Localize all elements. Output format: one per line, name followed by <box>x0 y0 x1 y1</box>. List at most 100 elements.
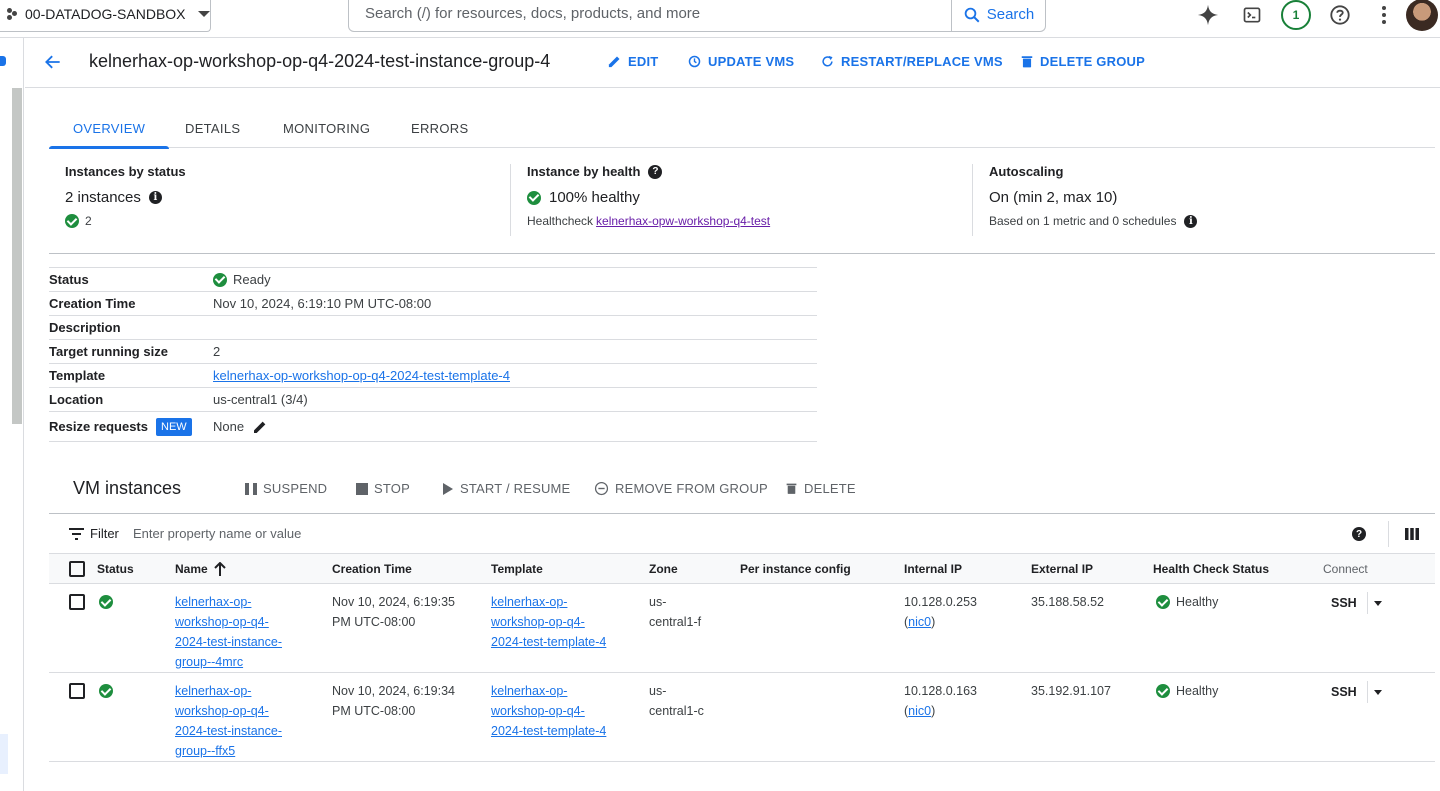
avatar[interactable] <box>1406 0 1438 31</box>
health-percentage: 100% healthy <box>549 189 640 206</box>
update-vms-button[interactable]: UPDATE VMS <box>687 54 794 69</box>
vm-instances-table: Status Name Creation Time Template Zone … <box>49 554 1435 762</box>
filter-bar: Filter Enter property name or value ? <box>49 514 1435 554</box>
pause-icon <box>245 482 257 495</box>
dropdown-arrow-icon[interactable] <box>1373 600 1382 606</box>
instance-by-health-title: Instance by health <box>527 164 641 179</box>
tab-errors[interactable]: ERRORS <box>411 121 468 136</box>
cloud-shell-icon[interactable] <box>1230 0 1274 30</box>
instance-name-link[interactable]: kelnerhax-op-workshop-op-q4- 2024-test-in… <box>175 681 282 761</box>
resize-row: Resize requests NEW None <box>49 412 817 442</box>
col-external-ip[interactable]: External IP <box>1031 562 1093 576</box>
location-label: Location <box>49 392 104 407</box>
edit-button[interactable]: EDIT <box>607 54 658 69</box>
tab-details[interactable]: DETAILS <box>185 121 240 136</box>
target-size-value: 2 <box>213 344 221 359</box>
nic-link[interactable]: nic0 <box>908 615 931 629</box>
info-icon[interactable]: i <box>148 191 162 204</box>
rail-scrollbar[interactable] <box>12 88 22 424</box>
table-header: Status Name Creation Time Template Zone … <box>49 554 1435 584</box>
delete-group-button[interactable]: DELETE GROUP <box>1020 54 1145 69</box>
help-icon[interactable]: ? <box>648 164 663 179</box>
tab-monitoring[interactable]: MONITORING <box>283 121 370 136</box>
vm-instances-toolbar: VM instances SUSPEND STOP START / RESUME… <box>49 466 1435 514</box>
autoscaling-value: On (min 2, max 10) <box>989 189 1118 206</box>
play-icon <box>443 482 453 495</box>
check-circle-icon <box>65 214 79 228</box>
zone: us-central1-f <box>649 595 702 629</box>
stop-button[interactable]: STOP <box>356 481 410 496</box>
dropdown-arrow-icon[interactable] <box>1373 689 1382 695</box>
delete-group-label: DELETE GROUP <box>1040 54 1145 69</box>
gemini-sparkle-icon[interactable] <box>1186 0 1230 30</box>
ssh-button[interactable]: SSH <box>1331 592 1382 614</box>
info-icon[interactable]: i <box>1184 214 1198 228</box>
trash-icon <box>1021 56 1033 68</box>
suspend-label: SUSPEND <box>263 481 328 496</box>
instance-count: 2 instances <box>65 189 141 206</box>
col-status[interactable]: Status <box>97 562 134 576</box>
instance-by-health-card: Instance by health ? 100% healthy Health… <box>527 164 973 236</box>
left-rail <box>0 38 24 791</box>
col-zone[interactable]: Zone <box>649 562 678 576</box>
tab-bar: OVERVIEW DETAILS MONITORING ERRORS <box>48 108 1435 149</box>
rail-selected-item[interactable] <box>0 734 8 774</box>
arrow-up-icon <box>213 562 226 576</box>
filter-icon <box>69 527 84 540</box>
tab-overview[interactable]: OVERVIEW <box>48 121 170 149</box>
restart-replace-button[interactable]: RESTART/REPLACE VMS <box>820 54 1003 69</box>
pencil-icon[interactable] <box>252 419 268 435</box>
nic-link[interactable]: nic0 <box>908 704 931 718</box>
col-per-instance-config[interactable]: Per instance config <box>740 562 851 576</box>
delete-button[interactable]: DELETE <box>785 481 856 496</box>
search-button-label: Search <box>986 6 1035 23</box>
stop-label: STOP <box>374 481 410 496</box>
search-input[interactable]: Search (/) for resources, docs, products… <box>349 0 951 31</box>
row-checkbox[interactable] <box>69 683 85 699</box>
restart-replace-label: RESTART/REPLACE VMS <box>841 54 1003 69</box>
health-status: Healthy <box>1156 592 1218 612</box>
start-resume-label: START / RESUME <box>460 481 571 496</box>
notifications-button[interactable]: 1 <box>1274 0 1318 30</box>
template-link[interactable]: kelnerhax-op-workshop-op-q4-2024-test-te… <box>491 592 606 652</box>
help-icon[interactable] <box>1318 0 1362 30</box>
row-checkbox[interactable] <box>69 594 85 610</box>
col-name[interactable]: Name <box>175 562 226 576</box>
template-link[interactable]: kelnerhax-op-workshop-op-q4-2024-test-te… <box>213 368 510 383</box>
help-icon[interactable]: ? <box>1352 527 1366 541</box>
page-header: kelnerhax-op-workshop-op-q4-2024-test-in… <box>25 38 1440 88</box>
col-creation-time[interactable]: Creation Time <box>332 562 412 576</box>
healthcheck-link[interactable]: kelnerhax-opw-workshop-q4-test <box>596 214 770 228</box>
more-vert-icon[interactable] <box>1362 0 1406 30</box>
check-circle-icon <box>1156 684 1170 698</box>
col-health-check[interactable]: Health Check Status <box>1153 562 1269 576</box>
internal-ip: 10.128.0.163 (nic0) <box>904 684 977 718</box>
ssh-button[interactable]: SSH <box>1331 681 1382 703</box>
status-value: Ready <box>233 272 271 287</box>
search-button[interactable]: Search <box>951 0 1045 31</box>
column-display-icon[interactable] <box>1405 528 1419 540</box>
edit-label: EDIT <box>628 54 659 69</box>
remove-from-group-button[interactable]: REMOVE FROM GROUP <box>594 481 768 496</box>
pin-icon[interactable] <box>0 56 6 66</box>
col-internal-ip[interactable]: Internal IP <box>904 562 962 576</box>
search-icon <box>964 7 980 22</box>
select-all-checkbox[interactable] <box>69 561 85 577</box>
back-arrow-icon[interactable] <box>43 52 63 72</box>
delete-label: DELETE <box>804 481 856 496</box>
start-resume-button[interactable]: START / RESUME <box>442 481 570 496</box>
creation-value: Nov 10, 2024, 6:19:10 PM UTC-08:00 <box>213 296 432 311</box>
filter-input[interactable]: Enter property name or value <box>133 526 301 541</box>
project-picker[interactable]: 00-DATADOG-SANDBOX <box>0 0 211 32</box>
template-link[interactable]: kelnerhax-op-workshop-op-q4-2024-test-te… <box>491 681 606 741</box>
divider <box>1388 521 1389 547</box>
suspend-button[interactable]: SUSPEND <box>245 481 327 496</box>
top-bar: 00-DATADOG-SANDBOX Search (/) for resour… <box>0 0 1440 38</box>
healthy-count: 2 <box>85 214 92 228</box>
col-template[interactable]: Template <box>491 562 543 576</box>
creation-time: Nov 10, 2024, 6:19:34 PM UTC-08:00 <box>332 684 456 718</box>
healthcheck-label: Healthcheck <box>527 214 594 228</box>
page-title: kelnerhax-op-workshop-op-q4-2024-test-in… <box>89 51 551 71</box>
filter-button[interactable]: Filter <box>69 526 119 541</box>
instance-name-link[interactable]: kelnerhax-op-workshop-op-q4- 2024-test-in… <box>175 592 282 672</box>
